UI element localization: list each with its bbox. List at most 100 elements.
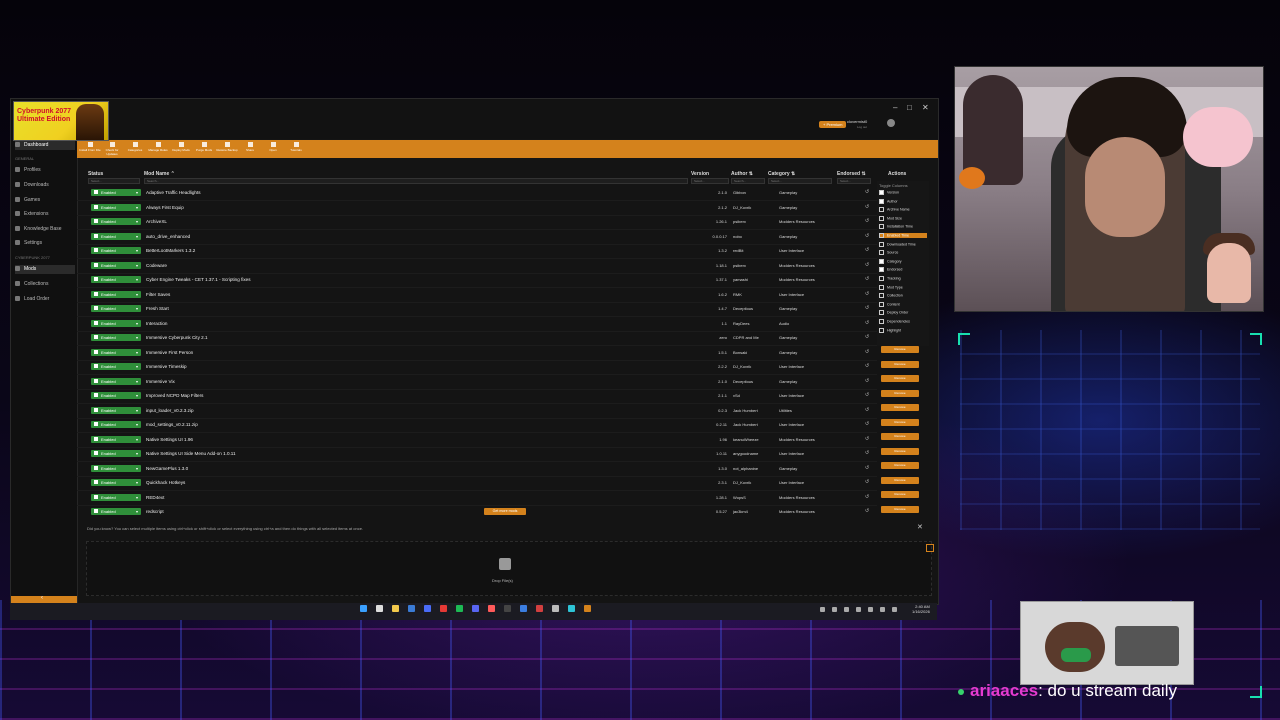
install-from-file-button[interactable]: Install From File	[79, 142, 101, 152]
remove-button[interactable]: Remove	[881, 360, 919, 368]
sidebar-item-profiles[interactable]: Profiles	[15, 166, 75, 175]
obs-icon[interactable]	[488, 605, 495, 612]
remove-button[interactable]: Remove	[881, 491, 919, 498]
author-filter[interactable]: Search...	[731, 178, 765, 184]
tray-chevron-icon[interactable]	[820, 607, 825, 612]
toggle-column-item[interactable]: Author	[879, 198, 927, 204]
status-toggle[interactable]: Enabled ▾	[91, 218, 141, 225]
deploy-mods-button[interactable]: Deploy Mods	[170, 142, 192, 152]
remove-button[interactable]: Remove	[881, 505, 919, 513]
close-tip-icon[interactable]: ✕	[917, 523, 923, 531]
sidebar-item-games[interactable]: Games	[15, 196, 75, 205]
search-icon[interactable]	[376, 605, 383, 612]
status-toggle[interactable]: Enabled ▾	[91, 276, 141, 283]
remove-button[interactable]: Remove	[881, 346, 919, 353]
toggle-column-item[interactable]: Deploy Order	[879, 310, 927, 316]
status-toggle[interactable]: Enabled ▾	[91, 508, 141, 515]
premium-button[interactable]: + Premium	[819, 121, 847, 128]
toggle-column-item[interactable]: Archive Name	[879, 207, 927, 213]
column-category[interactable]: Category ⇅	[768, 171, 795, 177]
windows-start-icon[interactable]	[360, 605, 367, 612]
column-version[interactable]: Version	[691, 171, 709, 177]
table-row[interactable]: Enabled ▾ Fresh Start 1.4.7 Deceptious Gamepl…	[77, 302, 877, 317]
table-row[interactable]: Enabled ▾ Native Settings UI 1.96 1.96 keanu…	[77, 433, 877, 448]
table-row[interactable]: Enabled ▾ redscript 0.5.27 jac3km4 Modders Re…	[77, 505, 877, 516]
endorse-icon[interactable]: ↺	[865, 436, 869, 443]
status-toggle[interactable]: Enabled ▾	[91, 377, 141, 385]
endorse-icon[interactable]: ↺	[865, 349, 869, 356]
status-toggle[interactable]: Enabled ▾	[91, 334, 141, 341]
battery-icon[interactable]	[892, 607, 897, 612]
version-filter[interactable]: Select...	[691, 178, 729, 184]
endorse-icon[interactable]: ↺	[865, 465, 869, 472]
app-icon[interactable]	[552, 605, 559, 612]
toggle-column-item[interactable]: Dependencies	[879, 319, 927, 324]
table-row[interactable]: Enabled ▾ Codeware 1.18.1 psiberx Modders Res…	[77, 259, 877, 274]
remove-button[interactable]: Remove	[881, 462, 919, 469]
table-row[interactable]: Enabled ▾ input_loader_v0.2.3.zip 0.2.3 Jack…	[77, 404, 877, 419]
tutorials-button[interactable]: Tutorials	[285, 142, 307, 152]
toggle-column-item[interactable]: Mod Size	[879, 215, 927, 221]
file-explorer-icon[interactable]	[392, 605, 399, 612]
endorse-icon[interactable]: ↺	[865, 407, 869, 414]
table-row[interactable]: Enabled ▾ ArchiveXL 1.26.1 psiberx Modders Re…	[77, 215, 877, 230]
purge-mods-button[interactable]: Purge Mods	[193, 142, 215, 152]
column-author[interactable]: Author ⇅	[731, 171, 753, 177]
toggle-column-item[interactable]: Mod Type	[879, 284, 927, 290]
toggle-column-item[interactable]: Content	[879, 301, 927, 307]
table-row[interactable]: Enabled ▾ Immersive Cyberpunk City 2.1 zero…	[77, 331, 877, 346]
name-filter[interactable]: Search...	[144, 178, 688, 184]
status-toggle[interactable]: Enabled ▾	[91, 348, 141, 356]
network-icon[interactable]	[868, 607, 873, 612]
sidebar-item-dashboard[interactable]: Dashboard	[15, 141, 75, 150]
status-filter[interactable]: Select...	[88, 178, 140, 184]
status-toggle[interactable]: Enabled ▾	[91, 232, 141, 240]
status-toggle[interactable]: Enabled ▾	[91, 203, 141, 211]
column-mod-name[interactable]: Mod Name ⌃	[144, 171, 175, 177]
status-toggle[interactable]: Enabled ▾	[91, 479, 141, 486]
store-icon[interactable]	[408, 605, 415, 612]
category-filter[interactable]: Select...	[768, 178, 832, 184]
endorse-icon[interactable]: ↺	[865, 247, 869, 254]
status-toggle[interactable]: Enabled ▾	[91, 261, 141, 269]
check-updates-button[interactable]: Check for Updates	[101, 142, 123, 156]
user-name[interactable]: clovermist0	[847, 119, 867, 124]
table-row[interactable]: Enabled ▾ Immersive First Person 1.5.1 Bonsa…	[77, 346, 877, 361]
maximize-icon[interactable]: □	[907, 103, 912, 112]
remove-button[interactable]: Remove	[881, 433, 919, 440]
endorse-icon[interactable]: ↺	[865, 233, 869, 240]
tray-app-icon[interactable]	[844, 607, 849, 612]
app-icon[interactable]	[568, 605, 575, 612]
toggle-column-item[interactable]: Tracking	[879, 276, 927, 281]
table-row[interactable]: Enabled ▾ Filter Saves 1.6.2 RMK User Interfa…	[77, 288, 877, 303]
toggle-column-item[interactable]: Endorsed	[879, 267, 927, 273]
toggle-column-item[interactable]: Downloaded Time	[879, 241, 927, 247]
toggle-column-item[interactable]: Enabled Time	[879, 233, 927, 239]
endorse-icon[interactable]: ↺	[865, 189, 869, 196]
get-more-mods-button[interactable]: Get more mods	[484, 508, 526, 515]
discord-icon[interactable]	[472, 605, 479, 612]
table-row[interactable]: Enabled ▾ Always First Equip 2.1.2 DJ_Kovrik…	[77, 201, 877, 216]
status-toggle[interactable]: Enabled ▾	[91, 421, 141, 428]
table-row[interactable]: Enabled ▾ Cyber Engine Tweaks - CET 1.37.1…	[77, 273, 877, 288]
app-icon[interactable]	[520, 605, 527, 612]
app-icon[interactable]	[536, 605, 543, 612]
table-row[interactable]: Enabled ▾ Immersive Timeskip 2.2.2 DJ_Kovrik…	[77, 360, 877, 375]
remove-button[interactable]: Remove	[881, 389, 919, 397]
endorse-icon[interactable]: ↺	[865, 218, 869, 225]
toggle-column-item[interactable]: Installation Time	[879, 224, 927, 230]
endorse-icon[interactable]: ↺	[865, 363, 869, 370]
remove-button[interactable]: Remove	[881, 404, 919, 411]
spotify-icon[interactable]	[456, 605, 463, 612]
sidebar-item-settings[interactable]: Settings	[15, 239, 75, 248]
table-row[interactable]: Enabled ▾ Improved NCPD Map Filters 2.1.1 vS…	[77, 389, 877, 404]
status-toggle[interactable]: Enabled ▾	[91, 305, 141, 312]
status-toggle[interactable]: Enabled ▾	[91, 189, 141, 196]
table-row[interactable]: Enabled ▾ Adaptive Traffic Headlights 2.1.0…	[77, 186, 877, 201]
logout-link[interactable]: Log out	[857, 125, 867, 129]
remove-button[interactable]: Remove	[881, 447, 919, 455]
status-toggle[interactable]: Enabled ▾	[91, 464, 141, 472]
status-toggle[interactable]: Enabled ▾	[91, 319, 141, 327]
table-row[interactable]: Enabled ▾ Interaction 1.1 RayDees Audio ↺	[77, 317, 877, 332]
endorse-icon[interactable]: ↺	[865, 392, 869, 399]
